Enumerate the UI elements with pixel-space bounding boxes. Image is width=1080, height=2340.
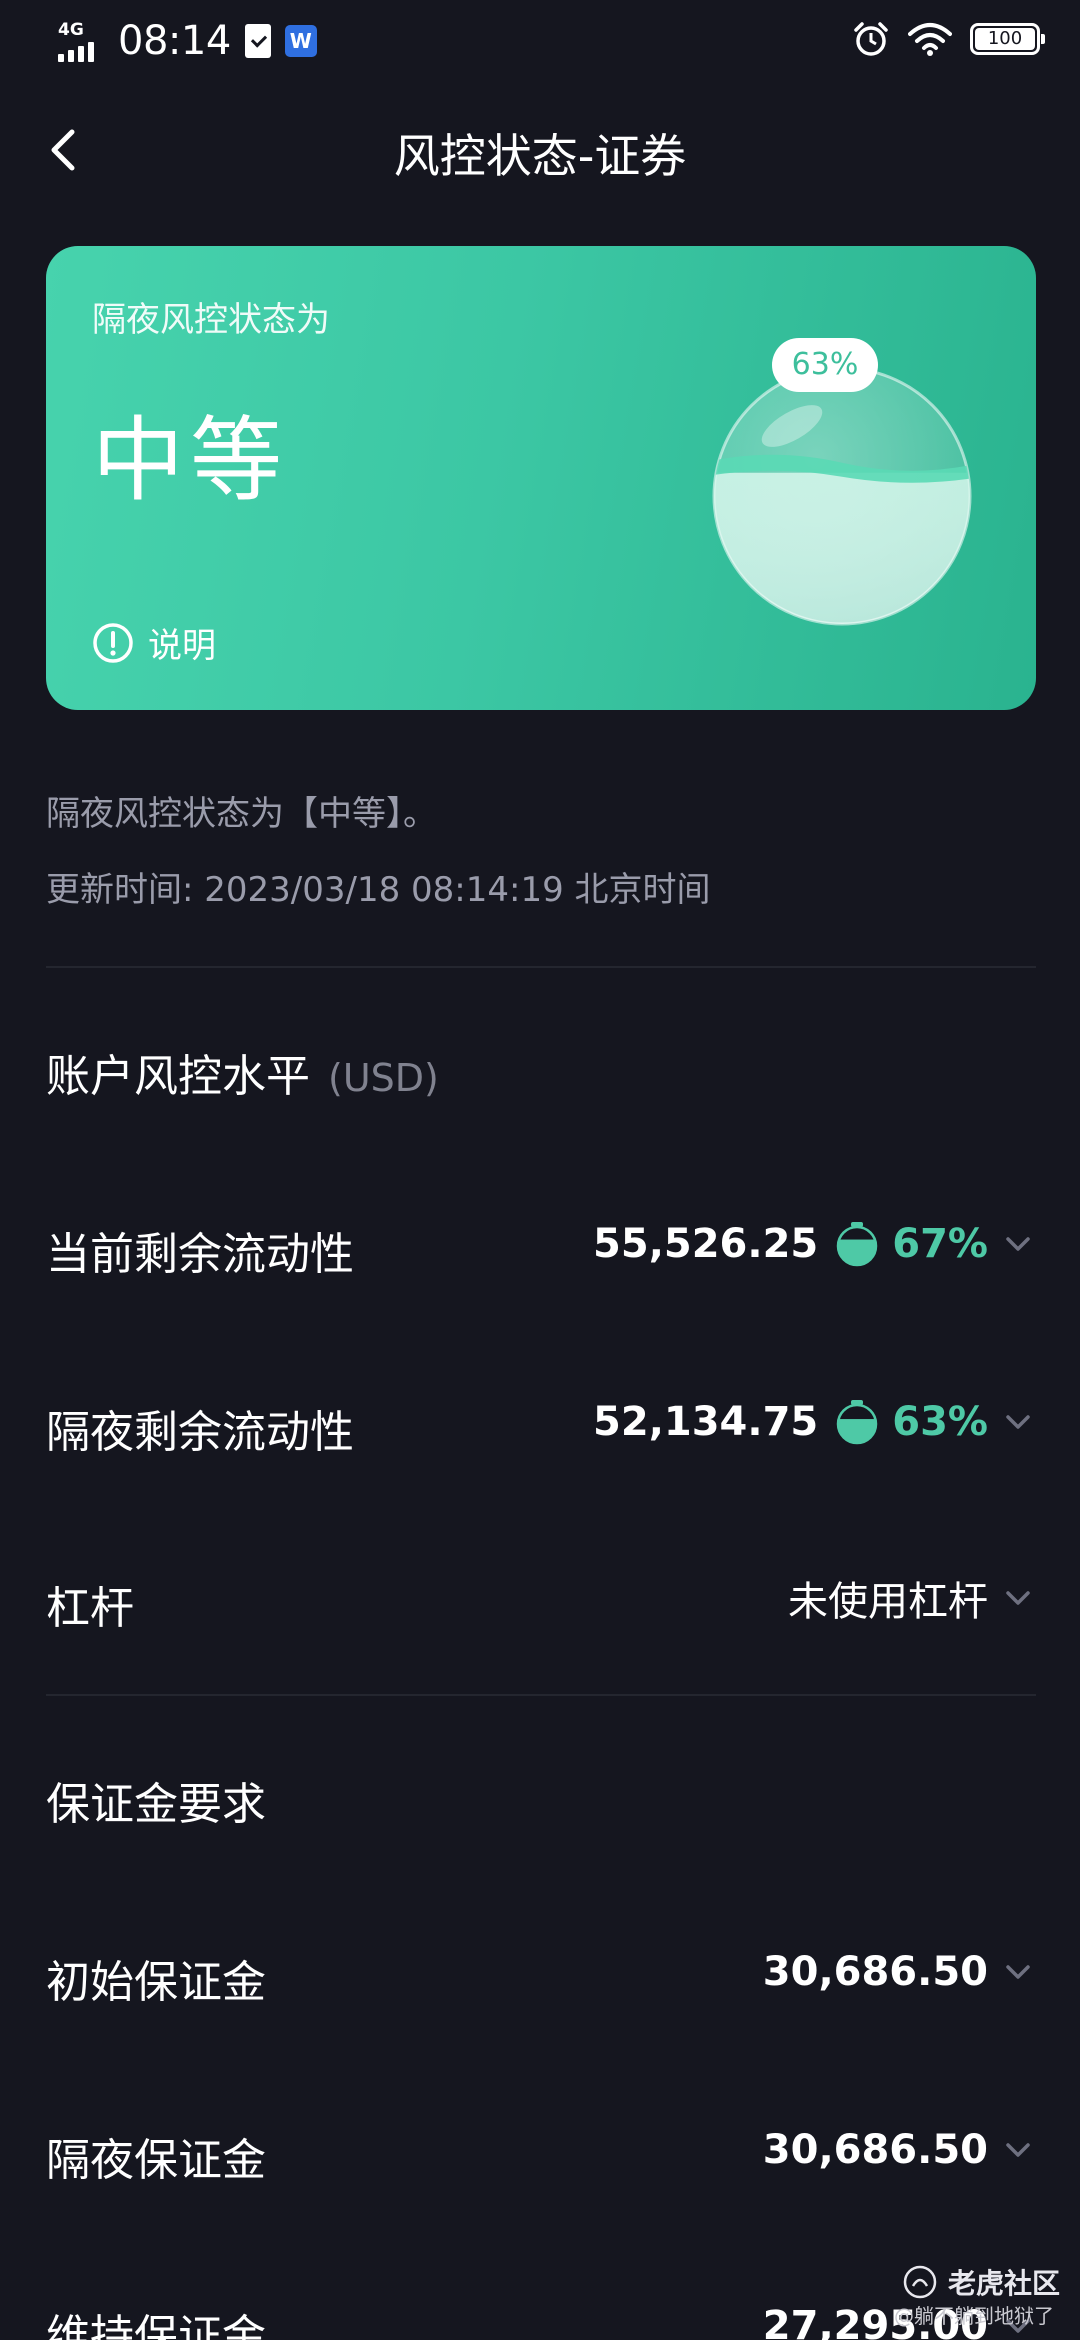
row-label: 初始保证金 [46, 1957, 266, 2008]
clock-time: 08:14 [118, 18, 231, 64]
chevron-down-icon [1006, 2143, 1030, 2157]
gauge-cap [851, 1400, 864, 1405]
overnight-margin-row[interactable]: 隔夜保证金 30,686.50 [46, 2100, 1036, 2200]
info-circle-icon [93, 622, 133, 663]
wifi-icon [908, 23, 952, 56]
watermark: 老虎社区 [902, 2262, 1060, 2302]
account-risk-section-title: 账户风控水平 (USD) [46, 1040, 439, 1104]
row-percent: 67% [892, 1221, 988, 1267]
network-type: 4G [58, 20, 84, 40]
liquidity-gauge-icon [837, 1400, 878, 1445]
chevron-down-icon [1006, 1591, 1030, 1605]
update-time: 更新时间: 2023/03/18 08:14:19 北京时间 [46, 870, 711, 910]
risk-status-card: 隔夜风控状态为 中等 说明 63% [46, 246, 1036, 710]
leverage-row[interactable]: 杠杆 未使用杠杆 [46, 1548, 1036, 1648]
status-bar: 4G 08:14 W 100 [0, 0, 1080, 84]
overnight-liquidity-row[interactable]: 隔夜剩余流动性 52,134.75 63% [46, 1372, 1036, 1472]
tiger-logo-icon [903, 2265, 937, 2299]
row-right: 30,686.50 [763, 2122, 1036, 2178]
bubble-water-fill [714, 472, 970, 624]
row-right: 未使用杠杆 [788, 1570, 1036, 1626]
page-title: 风控状态-证券 [393, 129, 687, 183]
row-right: 52,134.75 63% [593, 1394, 1036, 1450]
row-label: 隔夜剩余流动性 [46, 1407, 354, 1458]
maintenance-margin-row[interactable]: 维持保证金 27,295.00 [46, 2276, 1036, 2340]
row-label: 当前剩余流动性 [46, 1229, 354, 1280]
chevron-down-icon [1006, 1965, 1030, 1979]
row-label: 隔夜保证金 [46, 2135, 266, 2186]
status-bar-left: 4G 08:14 W [58, 18, 317, 64]
row-value: 52,134.75 [593, 1399, 819, 1445]
row-right: 55,526.25 67% [593, 1216, 1036, 1272]
help-button[interactable]: 说明 [92, 618, 216, 667]
margin-section-title: 保证金要求 [46, 1779, 266, 1830]
liquidity-gauge-icon [837, 1222, 878, 1267]
row-value: 55,526.25 [593, 1221, 819, 1267]
risk-status-screen: 4G 08:14 W 100 风控状态-证券 隔夜风控状态为 中等 说明 63%… [0, 0, 1080, 2340]
row-value: 30,686.50 [762, 2127, 988, 2173]
clipboard-check-icon [244, 24, 271, 58]
app-notification-icon: W [284, 25, 317, 57]
divider [46, 966, 1036, 968]
row-label: 维持保证金 [46, 2311, 266, 2340]
gauge-fill [838, 1419, 877, 1443]
divider [46, 1694, 1036, 1696]
status-bar-right: 100 [852, 20, 1045, 58]
page-header: 风控状态-证券 [0, 100, 1080, 200]
row-value: 未使用杠杆 [788, 1579, 988, 1625]
alarm-icon [854, 22, 888, 56]
battery-level: 100 [987, 28, 1023, 49]
status-sentence: 隔夜风控状态为【中等】。 [46, 794, 437, 834]
row-percent: 63% [892, 1399, 988, 1445]
row-label: 杠杆 [46, 1583, 134, 1634]
row-right: 30,686.50 [763, 1944, 1036, 2000]
chevron-down-icon [1006, 1237, 1030, 1251]
watermark-brand: 老虎社区 [947, 2267, 1060, 2300]
initial-margin-row[interactable]: 初始保证金 30,686.50 [46, 1922, 1036, 2022]
watermark-author: @躺不躺到地狱了 [894, 2304, 1054, 2328]
signal-icon: 4G [58, 20, 104, 62]
gauge-fill [838, 1239, 877, 1265]
bubble-percent-label: 63% [772, 338, 878, 392]
help-label: 说明 [148, 626, 216, 666]
risk-level: 中等 [92, 407, 289, 514]
battery-icon: 100 [970, 23, 1045, 55]
chevron-down-icon [1006, 1415, 1030, 1429]
card-caption: 隔夜风控状态为 [92, 300, 330, 340]
section-title-text: 账户风控水平 [46, 1051, 310, 1102]
current-liquidity-row[interactable]: 当前剩余流动性 55,526.25 67% [46, 1194, 1036, 1294]
gauge-cap [851, 1222, 864, 1227]
section-unit: (USD) [328, 1056, 439, 1100]
row-value: 30,686.50 [762, 1949, 988, 1995]
